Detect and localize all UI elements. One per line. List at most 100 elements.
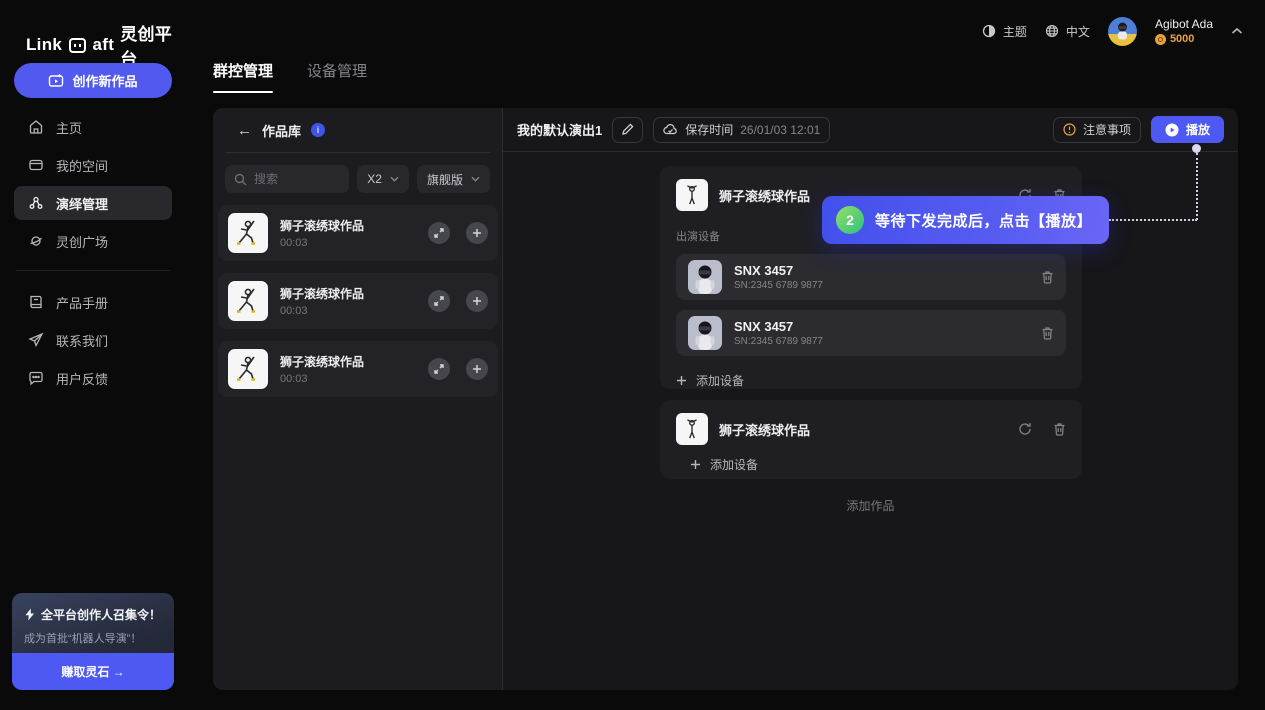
speed-select[interactable]: X2 <box>357 165 409 193</box>
info-icon[interactable]: i <box>311 123 325 137</box>
edition-value: 旗舰版 <box>427 171 463 188</box>
create-work-label: 创作新作品 <box>72 71 137 90</box>
main-tabs: 群控管理 设备管理 <box>213 60 367 93</box>
expand-button[interactable] <box>428 222 450 244</box>
folder-icon <box>28 157 44 173</box>
sidebar: Linkaft 灵创平台 创作新作品 主页 我的空间 演绎管理 灵创广场 产品手… <box>0 0 186 710</box>
promo-title: 全平台创作人召集令！ <box>41 606 161 623</box>
device-row[interactable]: SNX 3457 SN:2345 6789 9877 <box>676 310 1066 356</box>
device-avatar <box>688 260 722 294</box>
delete-device-button[interactable] <box>1041 270 1054 284</box>
brand-suffix: aft <box>93 35 115 55</box>
device-avatar <box>688 316 722 350</box>
work-item[interactable]: 狮子滚绣球作品 00:03 <box>218 341 498 397</box>
robot-pose-icon <box>231 216 265 250</box>
paper-plane-icon <box>28 332 44 348</box>
earn-gems-button[interactable]: 赚取灵石 → <box>12 653 174 690</box>
sidebar-item-performance-management[interactable]: 演绎管理 <box>14 186 172 220</box>
credits-value: 5000 <box>1170 33 1194 45</box>
refresh-button[interactable] <box>1018 422 1032 436</box>
add-to-show-button[interactable] <box>466 358 488 380</box>
work-duration: 00:03 <box>280 237 412 249</box>
sidebar-item-feedback[interactable]: 用户反馈 <box>14 361 172 395</box>
sidebar-item-label: 主页 <box>56 118 82 137</box>
back-button[interactable]: ← <box>237 122 252 139</box>
work-list: 狮子滚绣球作品 00:03 狮子滚绣球作品 00:03 <box>213 205 502 397</box>
plus-icon <box>472 228 482 238</box>
topbar: 主题 中文 Agibot Ada 5000 <box>982 14 1243 48</box>
tab-group-control[interactable]: 群控管理 <box>213 60 273 93</box>
create-work-button[interactable]: 创作新作品 <box>14 63 172 98</box>
cloud-check-icon <box>663 124 678 135</box>
trash-icon <box>1041 326 1054 340</box>
user-credits: 5000 <box>1155 33 1213 45</box>
search-input[interactable] <box>254 172 334 186</box>
sidebar-item-product-manual[interactable]: 产品手册 <box>14 285 172 319</box>
play-label: 播放 <box>1186 121 1210 138</box>
sidebar-item-plaza[interactable]: 灵创广场 <box>14 224 172 258</box>
user-avatar[interactable] <box>1108 17 1137 46</box>
device-meta: SNX 3457 SN:2345 6789 9877 <box>734 319 1019 347</box>
work-thumbnail <box>228 349 268 389</box>
earn-gems-label: 赚取灵石 → <box>61 663 124 680</box>
add-device-button[interactable]: 添加设备 <box>660 356 1082 404</box>
add-to-show-button[interactable] <box>466 290 488 312</box>
tab-device-management[interactable]: 设备管理 <box>307 60 367 93</box>
sidebar-item-label: 用户反馈 <box>56 369 108 388</box>
canvas-header: 我的默认演出1 保存时间 26/01/03 12:01 注意事项 播放 <box>503 108 1238 152</box>
sidebar-item-home[interactable]: 主页 <box>14 110 172 144</box>
sidebar-nav: 主页 我的空间 演绎管理 灵创广场 产品手册 联系我们 用户反馈 <box>14 110 172 399</box>
robot-avatar-icon <box>693 320 717 350</box>
sidebar-item-my-space[interactable]: 我的空间 <box>14 148 172 182</box>
step-badge: 2 <box>836 206 864 234</box>
work-meta: 狮子滚绣球作品 00:03 <box>280 353 412 385</box>
avatar-robot-icon <box>1115 22 1130 40</box>
expand-icon <box>434 364 444 374</box>
theme-toggle[interactable]: 主题 <box>982 23 1027 40</box>
connector-line-horizontal <box>1109 219 1197 221</box>
add-device-button[interactable]: 添加设备 <box>660 445 1082 473</box>
work-meta: 狮子滚绣球作品 00:03 <box>280 285 412 317</box>
work-title: 狮子滚绣球作品 <box>280 285 412 302</box>
rename-button[interactable] <box>612 117 643 143</box>
trash-icon <box>1041 270 1054 284</box>
home-icon <box>28 119 44 135</box>
chevron-up-icon[interactable] <box>1231 27 1243 35</box>
plus-icon <box>690 459 701 470</box>
library-filters: X2 旗舰版 <box>213 153 502 205</box>
warning-circle-icon <box>1063 123 1076 136</box>
work-item[interactable]: 狮子滚绣球作品 00:03 <box>218 205 498 261</box>
expand-button[interactable] <box>428 290 450 312</box>
user-info[interactable]: Agibot Ada 5000 <box>1155 17 1213 45</box>
notice-button[interactable]: 注意事项 <box>1053 117 1141 143</box>
search-box[interactable] <box>225 165 349 193</box>
language-switch[interactable]: 中文 <box>1045 23 1090 40</box>
device-sn: SN:2345 6789 9877 <box>734 280 1019 291</box>
delete-group-button[interactable] <box>1053 422 1066 436</box>
plus-icon <box>472 296 482 306</box>
play-button[interactable]: 播放 <box>1151 116 1224 143</box>
sidebar-item-contact-us[interactable]: 联系我们 <box>14 323 172 357</box>
user-name: Agibot Ada <box>1155 17 1213 31</box>
add-work-button[interactable]: 添加作品 <box>503 497 1238 514</box>
expand-button[interactable] <box>428 358 450 380</box>
group-thumbnail <box>676 179 708 211</box>
delete-device-button[interactable] <box>1041 326 1054 340</box>
work-title: 狮子滚绣球作品 <box>280 353 412 370</box>
chat-bubble-icon <box>28 370 44 386</box>
book-icon <box>28 294 44 310</box>
sidebar-item-label: 演绎管理 <box>56 194 108 213</box>
save-time-value: 26/01/03 12:01 <box>740 123 820 137</box>
sidebar-item-label: 联系我们 <box>56 331 108 350</box>
edition-select[interactable]: 旗舰版 <box>417 165 490 193</box>
show-title: 我的默认演出1 <box>517 120 602 139</box>
chevron-down-icon <box>390 176 399 182</box>
trash-icon <box>1053 422 1066 436</box>
promo-title-row: 全平台创作人召集令！ <box>12 593 174 623</box>
brand-face-icon <box>69 38 85 53</box>
device-meta: SNX 3457 SN:2345 6789 9877 <box>734 263 1019 291</box>
add-to-show-button[interactable] <box>466 222 488 244</box>
device-row[interactable]: SNX 3457 SN:2345 6789 9877 <box>676 254 1066 300</box>
globe-icon <box>1045 24 1059 38</box>
work-item[interactable]: 狮子滚绣球作品 00:03 <box>218 273 498 329</box>
